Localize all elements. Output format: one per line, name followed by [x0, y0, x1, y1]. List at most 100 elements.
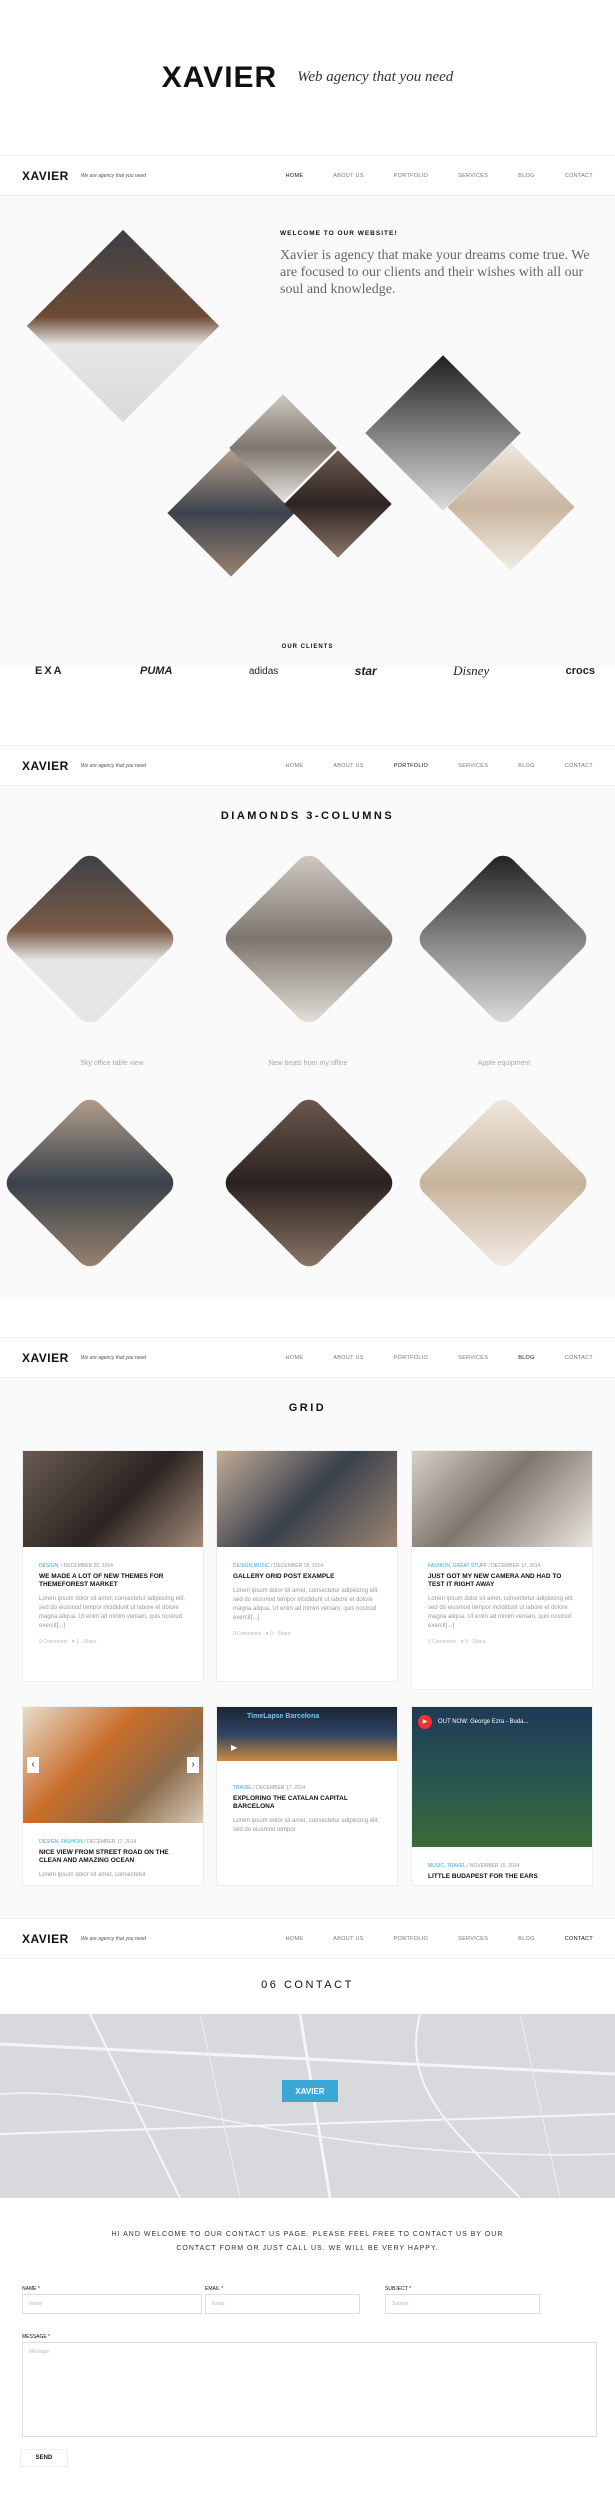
nav-logo[interactable]: XAVIER — [22, 759, 69, 773]
nav-item-contact[interactable]: CONTACT — [565, 763, 593, 769]
blog-post-card[interactable]: DESIGN, / DECEMBER 20, 2014 WE MADE A LO… — [22, 1450, 204, 1682]
client-logo-adidas: adidas — [248, 665, 279, 677]
blog-post-card[interactable]: DESIGN,MUSIC / DECEMBER 18, 2014 GALLERY… — [216, 1450, 398, 1682]
blog-post-video[interactable]: TimeLapse Barcelona ▶ — [217, 1707, 397, 1761]
email-field[interactable]: Email — [205, 2294, 360, 2314]
nav-bar: XAVIER We are agency that you need HOME … — [0, 1919, 615, 1959]
chevron-right-icon[interactable]: › — [187, 1757, 199, 1773]
nav-menu: HOME ABOUT US PORTFOLIO SERVICES BLOG CO… — [286, 1936, 593, 1942]
welcome-text: Xavier is agency that make your dreams c… — [280, 248, 590, 297]
nav-item-about[interactable]: ABOUT US — [333, 1936, 363, 1942]
nav-item-contact[interactable]: CONTACT — [565, 173, 593, 179]
play-icon[interactable]: ▶ — [231, 1743, 237, 1752]
nav-item-services[interactable]: SERVICES — [458, 763, 488, 769]
blog-post-excerpt: Lorem ipsum dolor sit amet, consectetur … — [39, 1596, 186, 1629]
nav-item-portfolio[interactable]: PORTFOLIO — [394, 1355, 428, 1361]
blog-post-meta: DESIGN, / DECEMBER 20, 2014 — [39, 1563, 113, 1569]
blog-post-title[interactable]: JUST GOT MY NEW CAMERA AND HAD TO TEST I… — [428, 1573, 576, 1589]
nav-tagline: We are agency that you need — [80, 762, 147, 769]
client-logo-crocs: crocs — [565, 665, 595, 677]
promo-logo: XAVIER — [161, 60, 278, 94]
blog-post-card[interactable]: OUT NOW: George Ezra - Buda... ▶ MUSIC, … — [411, 1706, 593, 1886]
blog-post-image[interactable] — [217, 1451, 397, 1547]
nav-item-portfolio[interactable]: PORTFOLIO — [394, 173, 428, 179]
portfolio-caption: Apple equipment — [477, 1060, 531, 1067]
nav-item-about[interactable]: ABOUT US — [333, 173, 363, 179]
client-logo-disney: Disney — [453, 663, 490, 678]
blog-post-title[interactable]: GALLERY GRID POST EXAMPLE — [233, 1573, 381, 1581]
nav-item-blog[interactable]: BLOG — [518, 173, 534, 179]
nav-item-portfolio[interactable]: PORTFOLIO — [394, 763, 428, 769]
send-button[interactable]: SEND — [20, 2449, 68, 2467]
blog-post-meta: DESIGN,MUSIC / DECEMBER 18, 2014 — [233, 1563, 324, 1569]
nav-item-about[interactable]: ABOUT US — [333, 763, 363, 769]
blog-post-footer: 0 Comments · ♥ 0 · Share — [428, 1639, 486, 1645]
message-label: MESSAGE * — [22, 2334, 51, 2340]
name-label: NAME * — [22, 2286, 40, 2292]
nav-item-services[interactable]: SERVICES — [458, 1355, 488, 1361]
name-field[interactable]: Name — [22, 2294, 202, 2314]
nav-item-home[interactable]: HOME — [286, 763, 304, 769]
nav-item-services[interactable]: SERVICES — [458, 1936, 488, 1942]
clients-logos: EXA PUMA adidas star Disney crocs — [35, 663, 595, 679]
nav-item-contact[interactable]: CONTACT — [565, 1355, 593, 1361]
blog-post-image[interactable] — [412, 1451, 592, 1547]
audio-title: OUT NOW: George Ezra - Buda... — [438, 1719, 529, 1725]
nav-logo[interactable]: XAVIER — [22, 1351, 69, 1365]
nav-bar: XAVIER We are agency that you need HOME … — [0, 1338, 615, 1378]
blog-post-audio[interactable]: OUT NOW: George Ezra - Buda... ▶ — [412, 1707, 592, 1847]
subject-field[interactable]: Subject — [385, 2294, 540, 2314]
nav-logo[interactable]: XAVIER — [22, 169, 69, 183]
blog-post-card[interactable]: TimeLapse Barcelona ▶ TRAVEL / DECEMBER … — [216, 1706, 398, 1886]
client-logo-puma: PUMA — [140, 665, 173, 677]
blog-post-meta: FASHION, GREAT STUFF / DECEMBER 17, 2014 — [428, 1563, 541, 1569]
nav-item-blog[interactable]: BLOG — [518, 763, 534, 769]
nav-menu: HOME ABOUT US PORTFOLIO SERVICES BLOG CO… — [286, 1355, 593, 1361]
blog-post-footer: 0 Comments · ♥ 1 · Share — [39, 1639, 97, 1645]
blog-post-gallery[interactable]: ‹ › — [23, 1707, 203, 1823]
blog-post-card[interactable]: FASHION, GREAT STUFF / DECEMBER 17, 2014… — [411, 1450, 593, 1690]
nav-menu: HOME ABOUT US PORTFOLIO SERVICES BLOG CO… — [286, 763, 593, 769]
nav-tagline: We are agency that you need — [80, 172, 147, 179]
nav-item-home[interactable]: HOME — [286, 1936, 304, 1942]
blog-post-title[interactable]: EXPLORING THE CATALAN CAPITAL BARCELONA — [233, 1795, 381, 1811]
nav-item-blog[interactable]: BLOG — [518, 1355, 534, 1361]
blog-post-meta: TRAVEL / DECEMBER 17, 2014 — [233, 1785, 306, 1791]
blog-post-excerpt: Lorem ipsum dolor sit amet, consectetur … — [233, 1588, 380, 1621]
welcome-label: WELCOME TO OUR WEBSITE! — [280, 230, 398, 237]
nav-item-home[interactable]: HOME — [286, 173, 304, 179]
blog-post-meta: MUSIC, TRAVEL / NOVEMBER 15, 2014 — [428, 1863, 520, 1869]
subject-label: SUBJECT * — [385, 2286, 412, 2292]
chevron-left-icon[interactable]: ‹ — [27, 1757, 39, 1773]
client-logo-exa: EXA — [35, 665, 64, 677]
portfolio-title: DIAMONDS 3-COLUMNS — [220, 810, 395, 822]
blog-post-title[interactable]: LITTLE BUDAPEST FOR THE EARS — [428, 1873, 576, 1881]
message-field[interactable]: Message — [22, 2342, 597, 2437]
email-label: EMAIL * — [205, 2286, 224, 2292]
blog-post-title[interactable]: WE MADE A LOT OF NEW THEMES FOR THEMEFOR… — [39, 1573, 187, 1589]
contact-map[interactable] — [0, 2014, 615, 2198]
nav-item-home[interactable]: HOME — [286, 1355, 304, 1361]
play-icon[interactable]: ▶ — [418, 1715, 432, 1729]
portfolio-caption: Sky office table view — [80, 1060, 144, 1067]
nav-logo[interactable]: XAVIER — [22, 1932, 69, 1946]
promo-tagline: Web agency that you need — [297, 69, 454, 85]
portfolio-caption: New beats from my office — [268, 1060, 348, 1067]
nav-item-portfolio[interactable]: PORTFOLIO — [394, 1936, 428, 1942]
nav-item-about[interactable]: ABOUT US — [333, 1355, 363, 1361]
nav-bar: XAVIER We are agency that you need HOME … — [0, 156, 615, 196]
nav-tagline: We are agency that you need — [80, 1935, 147, 1942]
contact-intro: HI AND WELCOME TO OUR CONTACT US PAGE. P… — [111, 2231, 504, 2252]
blog-post-image[interactable] — [23, 1451, 203, 1547]
nav-item-services[interactable]: SERVICES — [458, 173, 488, 179]
page: XAVIER Web agency that you need XAVIER W… — [0, 0, 615, 2497]
blog-post-title[interactable]: NICE VIEW FROM STREET ROAD ON THE CLEAN … — [39, 1849, 187, 1865]
map-roads — [0, 2014, 615, 2198]
nav-item-contact[interactable]: CONTACT — [565, 1936, 593, 1942]
map-marker[interactable]: XAVIER — [282, 2080, 338, 2102]
blog-post-excerpt: Lorem ipsum dolor sit amet, consectetur … — [428, 1596, 575, 1629]
blog-post-card[interactable]: ‹ › DESIGN, FASHION / DECEMBER 17, 2014 … — [22, 1706, 204, 1886]
contact-title: 06 CONTACT — [261, 1979, 354, 1991]
client-logo-star: star — [354, 664, 377, 678]
nav-item-blog[interactable]: BLOG — [518, 1936, 534, 1942]
